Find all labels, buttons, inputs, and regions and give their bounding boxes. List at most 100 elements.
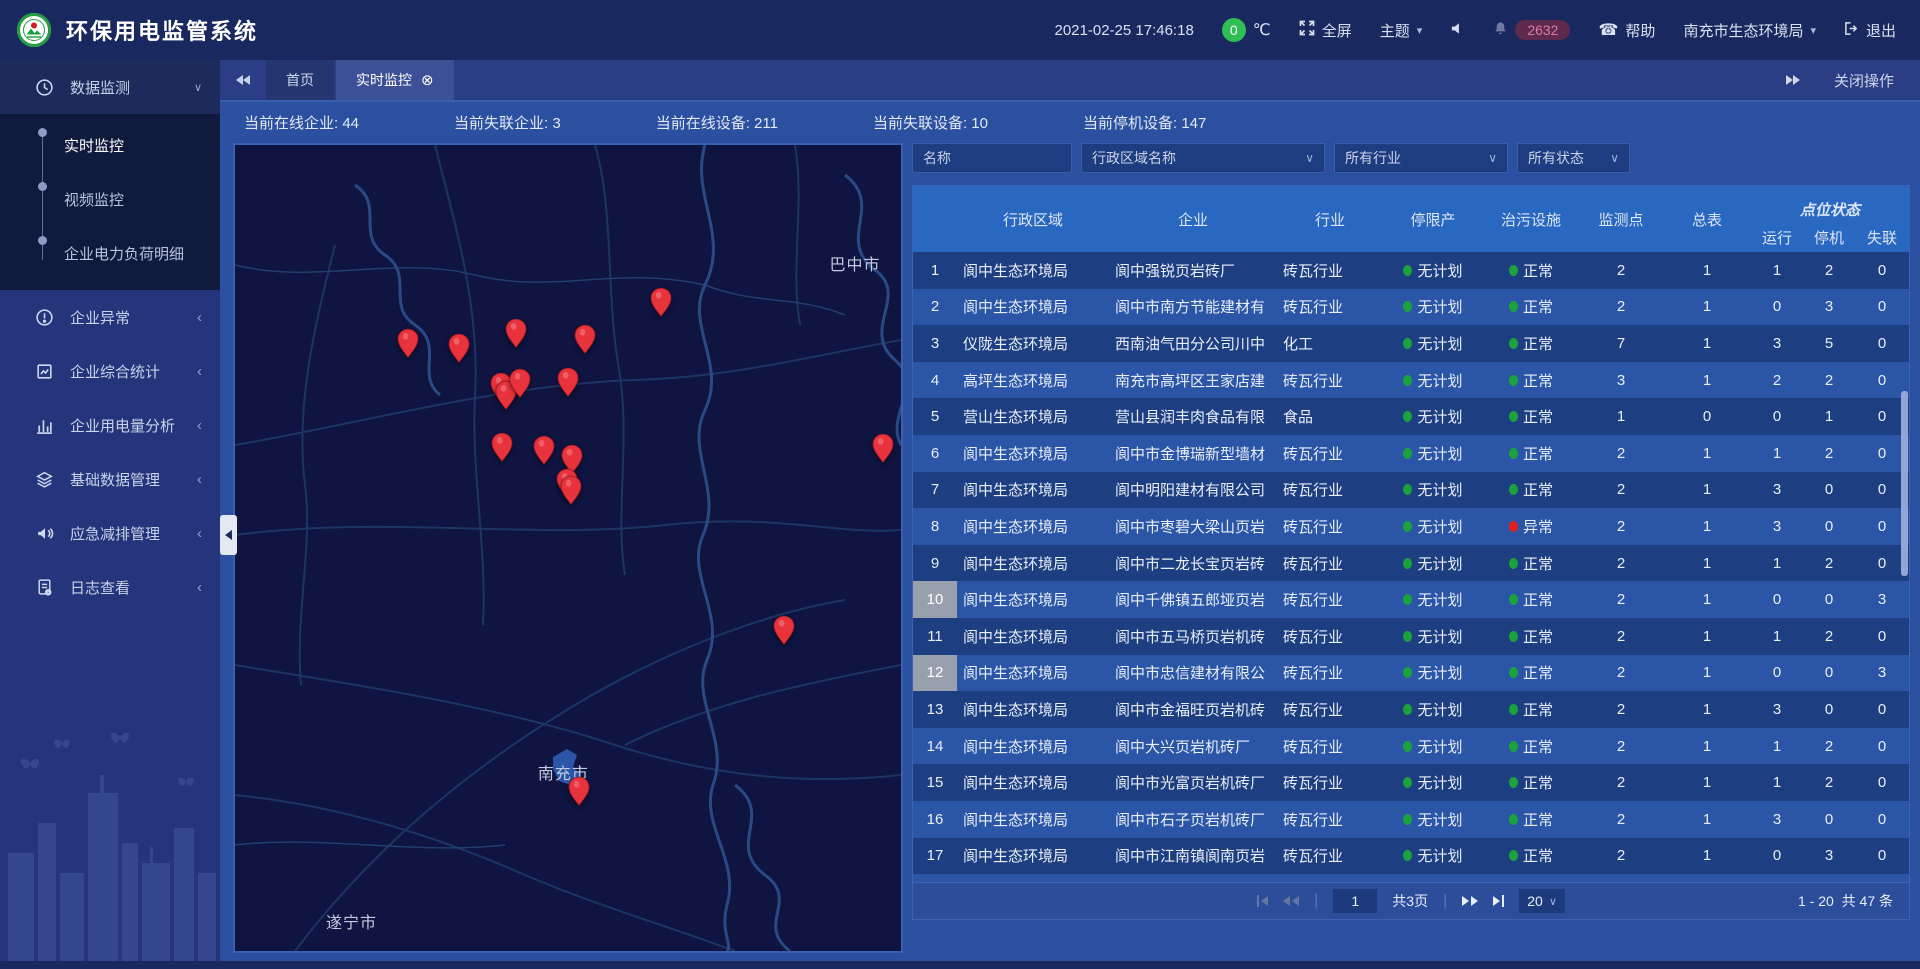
table-row[interactable]: 13阆中生态环境局阆中市金福旺页岩机砖砖瓦行业无计划正常21300 [913, 691, 1909, 728]
sidebar-item-label: 基础数据管理 [70, 469, 160, 490]
cell-stop-limit: 无计划 [1383, 626, 1483, 647]
map-pin-icon[interactable] [567, 776, 590, 807]
map-pin-icon[interactable] [448, 333, 471, 364]
status-dot-green [1403, 411, 1412, 422]
page-number-input[interactable]: 1 [1333, 889, 1377, 913]
row-index: 3 [913, 325, 957, 362]
table-row[interactable]: 6阆中生态环境局阆中市金博瑞新型墙材砖瓦行业无计划正常21120 [913, 435, 1909, 472]
name-filter-input[interactable] [912, 143, 1072, 173]
table-row[interactable]: 5营山生态环境局营山县润丰肉食品有限食品无计划正常10010 [913, 398, 1909, 435]
map-pin-icon[interactable] [533, 435, 556, 466]
temperature-value: 0 [1222, 18, 1246, 42]
table-row[interactable]: 1阆中生态环境局阆中强锐页岩砖厂砖瓦行业无计划正常21120 [913, 252, 1909, 289]
cell-main-meter: 1 [1663, 262, 1751, 279]
column-industry: 行业 [1277, 186, 1383, 252]
sidebar-item[interactable]: 应急减排管理‹ [0, 506, 220, 560]
stat-item: 当前停机设备: 147 [1083, 112, 1206, 133]
cell-monitor-points: 1 [1579, 408, 1663, 425]
page-size-select[interactable]: 20 ∨ [1519, 889, 1565, 913]
tab-list: 首页实时监控⊗ [266, 60, 456, 100]
sidebar-item[interactable]: 日志查看‹ [0, 560, 220, 614]
table-row[interactable]: 17阆中生态环境局阆中市江南镇阆南页岩砖瓦行业无计划正常21030 [913, 838, 1909, 875]
map-pin-icon[interactable] [772, 615, 795, 646]
table-row[interactable]: 10阆中生态环境局阆中千佛镇五郎垭页岩砖瓦行业无计划正常21003 [913, 581, 1909, 618]
row-index: 9 [913, 545, 957, 582]
last-page-button[interactable] [1493, 895, 1504, 907]
volume-button[interactable] [1450, 21, 1465, 40]
industry-filter-select[interactable]: 所有行业 ∨ [1334, 143, 1508, 173]
cell-monitor-points: 2 [1579, 262, 1663, 279]
tab-close-icon[interactable]: ⊗ [421, 71, 434, 89]
sidebar-subitem[interactable]: 实时监控 [0, 118, 220, 172]
map-pin-icon[interactable] [872, 433, 895, 464]
map-pin-icon[interactable] [505, 318, 528, 349]
table-scrollbar[interactable] [1901, 391, 1908, 576]
notification-count-badge: 2632 [1515, 20, 1570, 40]
cell-company: 南充市高坪区王家店建 [1109, 370, 1277, 391]
map-pin-icon[interactable] [397, 328, 420, 359]
org-menu[interactable]: 南充市生态环境局 ▾ [1683, 20, 1816, 41]
table-row[interactable]: 3仪陇生态环境局西南油气田分公司川中化工无计划正常71350 [913, 325, 1909, 362]
cell-monitor-points: 2 [1579, 591, 1663, 608]
sidebar-item[interactable]: 企业综合统计‹ [0, 344, 220, 398]
tabs-scroll-left-button[interactable] [220, 75, 266, 85]
status-dot [1509, 777, 1518, 788]
fullscreen-button[interactable]: 全屏 [1299, 20, 1352, 41]
map-pin-icon[interactable] [573, 324, 596, 355]
cell-industry: 砖瓦行业 [1277, 736, 1383, 757]
megaphone-icon [34, 523, 54, 543]
table-row[interactable]: 9阆中生态环境局阆中市二龙长宝页岩砖砖瓦行业无计划正常21120 [913, 545, 1909, 582]
table-row[interactable]: 7阆中生态环境局阆中明阳建材有限公司砖瓦行业无计划正常21300 [913, 472, 1909, 509]
tab[interactable]: 实时监控⊗ [336, 60, 454, 100]
table-row[interactable]: 16阆中生态环境局阆中市石子页岩机砖厂砖瓦行业无计划正常21300 [913, 801, 1909, 838]
table-row[interactable]: 8阆中生态环境局阆中市枣碧大梁山页岩砖瓦行业无计划异常21300 [913, 508, 1909, 545]
map-pin-icon[interactable] [650, 287, 673, 318]
table-row[interactable]: 14阆中生态环境局阆中大兴页岩机砖厂砖瓦行业无计划正常21120 [913, 728, 1909, 765]
fullscreen-icon [1299, 20, 1315, 40]
cell-stop-limit: 无计划 [1383, 370, 1483, 391]
tab-bar: 首页实时监控⊗ 关闭操作 [220, 60, 1920, 102]
prev-page-button[interactable] [1283, 896, 1299, 906]
sidebar-item[interactable]: 基础数据管理‹ [0, 452, 220, 506]
map-pin-icon[interactable] [559, 475, 582, 506]
sidebar-item[interactable]: 企业用电量分析‹ [0, 398, 220, 452]
sidebar-subitem[interactable]: 视频监控 [0, 172, 220, 226]
cell-facility: 正常 [1483, 736, 1579, 757]
cell-industry: 砖瓦行业 [1277, 699, 1383, 720]
logout-button[interactable]: 退出 [1844, 20, 1896, 41]
status-dot-green [1403, 265, 1412, 276]
cell-region: 营山生态环境局 [957, 406, 1109, 427]
map-pin-icon[interactable] [557, 367, 580, 398]
sidebar-item[interactable]: 企业异常‹ [0, 290, 220, 344]
cell-company: 阆中市忠信建材有限公 [1109, 662, 1277, 683]
help-button[interactable]: ☎ 帮助 [1598, 20, 1655, 41]
table-row[interactable]: 11阆中生态环境局阆中市五马桥页岩机砖砖瓦行业无计划正常21120 [913, 618, 1909, 655]
stat-item: 当前在线设备: 211 [656, 112, 778, 133]
table-row[interactable]: 12阆中生态环境局阆中市忠信建材有限公砖瓦行业无计划正常21003 [913, 655, 1909, 692]
notification-indicator[interactable]: 2632 [1493, 20, 1570, 40]
table-row[interactable]: 15阆中生态环境局阆中市光富页岩机砖厂砖瓦行业无计划正常21120 [913, 764, 1909, 801]
table-row[interactable]: 2阆中生态环境局阆中市南方节能建材有砖瓦行业无计划正常21030 [913, 289, 1909, 326]
close-operations-menu[interactable]: 关闭操作 [1786, 70, 1920, 91]
panel-collapse-toggle[interactable] [220, 515, 237, 555]
region-filter-select[interactable]: 行政区域名称 ∨ [1081, 143, 1325, 173]
first-page-button[interactable] [1257, 895, 1268, 907]
cell-monitor-points: 2 [1579, 481, 1663, 498]
cell-facility: 正常 [1483, 370, 1579, 391]
map-pin-icon[interactable] [491, 432, 514, 463]
sidebar-item[interactable]: 数据监测∨ [0, 60, 220, 114]
tab[interactable]: 首页 [266, 60, 334, 100]
cell-industry: 砖瓦行业 [1277, 845, 1383, 866]
sidebar-subitem[interactable]: 企业电力负荷明细 [0, 226, 220, 280]
record-range-label: 1 - 20 共 47 条 [1798, 891, 1893, 911]
cell-monitor-points: 2 [1579, 811, 1663, 828]
cell-facility: 正常 [1483, 296, 1579, 317]
next-page-button[interactable] [1462, 896, 1478, 906]
theme-menu[interactable]: 主题 ▾ [1380, 20, 1423, 41]
status-filter-select[interactable]: 所有状态 ∨ [1517, 143, 1630, 173]
table-row[interactable]: 4高坪生态环境局南充市高坪区王家店建砖瓦行业无计划正常31220 [913, 362, 1909, 399]
map-panel[interactable]: 巴中市南充市遂宁市 [233, 143, 903, 953]
map-pin-icon[interactable] [509, 368, 532, 399]
cell-facility: 正常 [1483, 333, 1579, 354]
app-title: 环保用电监管系统 [66, 14, 258, 46]
